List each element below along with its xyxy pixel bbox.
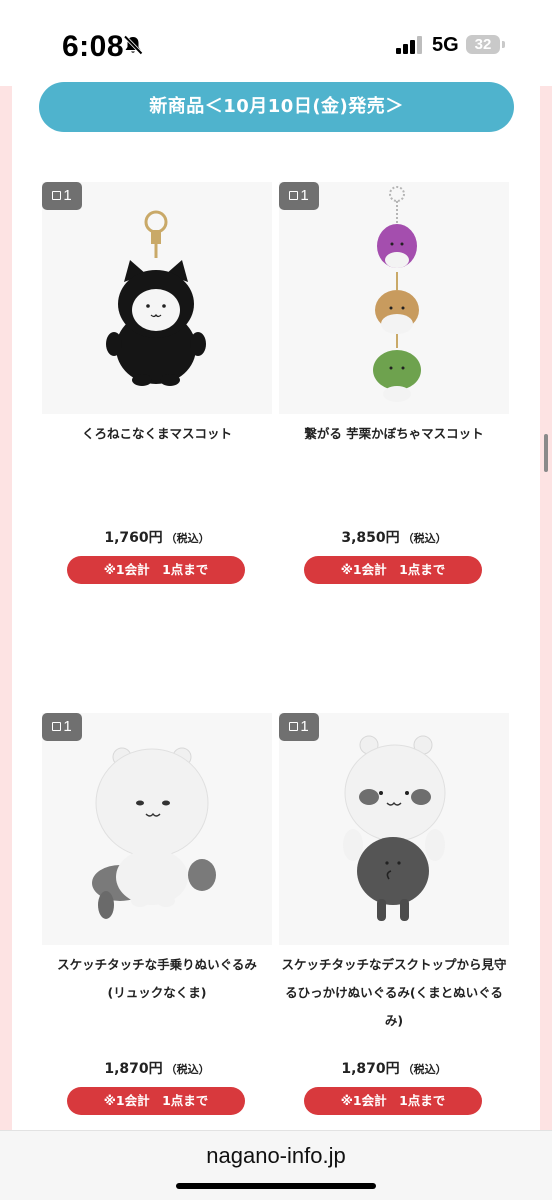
scrollbar-thumb[interactable] <box>544 434 548 472</box>
clock: 6:08 <box>62 30 125 63</box>
copy-icon <box>289 191 299 200</box>
product-price: 1,760円 （税込） <box>104 530 210 546</box>
new-products-banner: 新商品＜10月10日(金)発売＞ <box>39 82 514 132</box>
purchase-limit-button[interactable]: ※1会計 1点まで <box>304 1087 482 1115</box>
product-image[interactable]: 1 <box>42 713 272 945</box>
product-name[interactable]: スケッチタッチなデスクトップから見守 るひっかけぬいぐるみ(くまとぬいぐる み) <box>279 951 509 1035</box>
product-image[interactable]: 1 <box>279 182 509 414</box>
quantity-badge: 1 <box>279 182 319 210</box>
purchase-limit-button[interactable]: ※1会計 1点まで <box>67 556 245 584</box>
copy-icon <box>289 722 299 731</box>
purchase-limit-button[interactable]: ※1会計 1点まで <box>67 1087 245 1115</box>
url-text[interactable]: nagano-info.jp <box>0 1143 552 1169</box>
page-side-border-left <box>0 86 12 1130</box>
product-price: 1,870円 （税込） <box>341 1061 447 1077</box>
battery-cap <box>502 41 505 48</box>
purchase-limit-button[interactable]: ※1会計 1点まで <box>304 556 482 584</box>
quantity-badge: 1 <box>279 713 319 741</box>
battery-icon: 32 <box>466 35 500 54</box>
product-image[interactable]: 1 <box>279 713 509 945</box>
product-name[interactable]: 繋がる 芋栗かぼちゃマスコット <box>279 420 509 448</box>
product-image[interactable]: 1 <box>42 182 272 414</box>
bell-muted-icon <box>123 35 143 55</box>
page-side-border-right <box>540 86 552 1130</box>
browser-url-bar[interactable]: nagano-info.jp <box>0 1130 552 1200</box>
product-name[interactable]: くろねこなくまマスコット <box>42 420 272 448</box>
product-price: 3,850円 （税込） <box>341 530 447 546</box>
network-type: 5G <box>432 34 459 56</box>
copy-icon <box>52 722 62 731</box>
copy-icon <box>52 191 62 200</box>
product-price: 1,870円 （税込） <box>104 1061 210 1077</box>
quantity-badge: 1 <box>42 182 82 210</box>
status-bar: 6:08 5G 32 <box>0 0 552 86</box>
home-indicator[interactable] <box>176 1183 376 1189</box>
product-name[interactable]: スケッチタッチな手乗りぬいぐるみ (リュックなくま) <box>42 951 272 1007</box>
signal-icon <box>396 36 424 54</box>
quantity-badge: 1 <box>42 713 82 741</box>
